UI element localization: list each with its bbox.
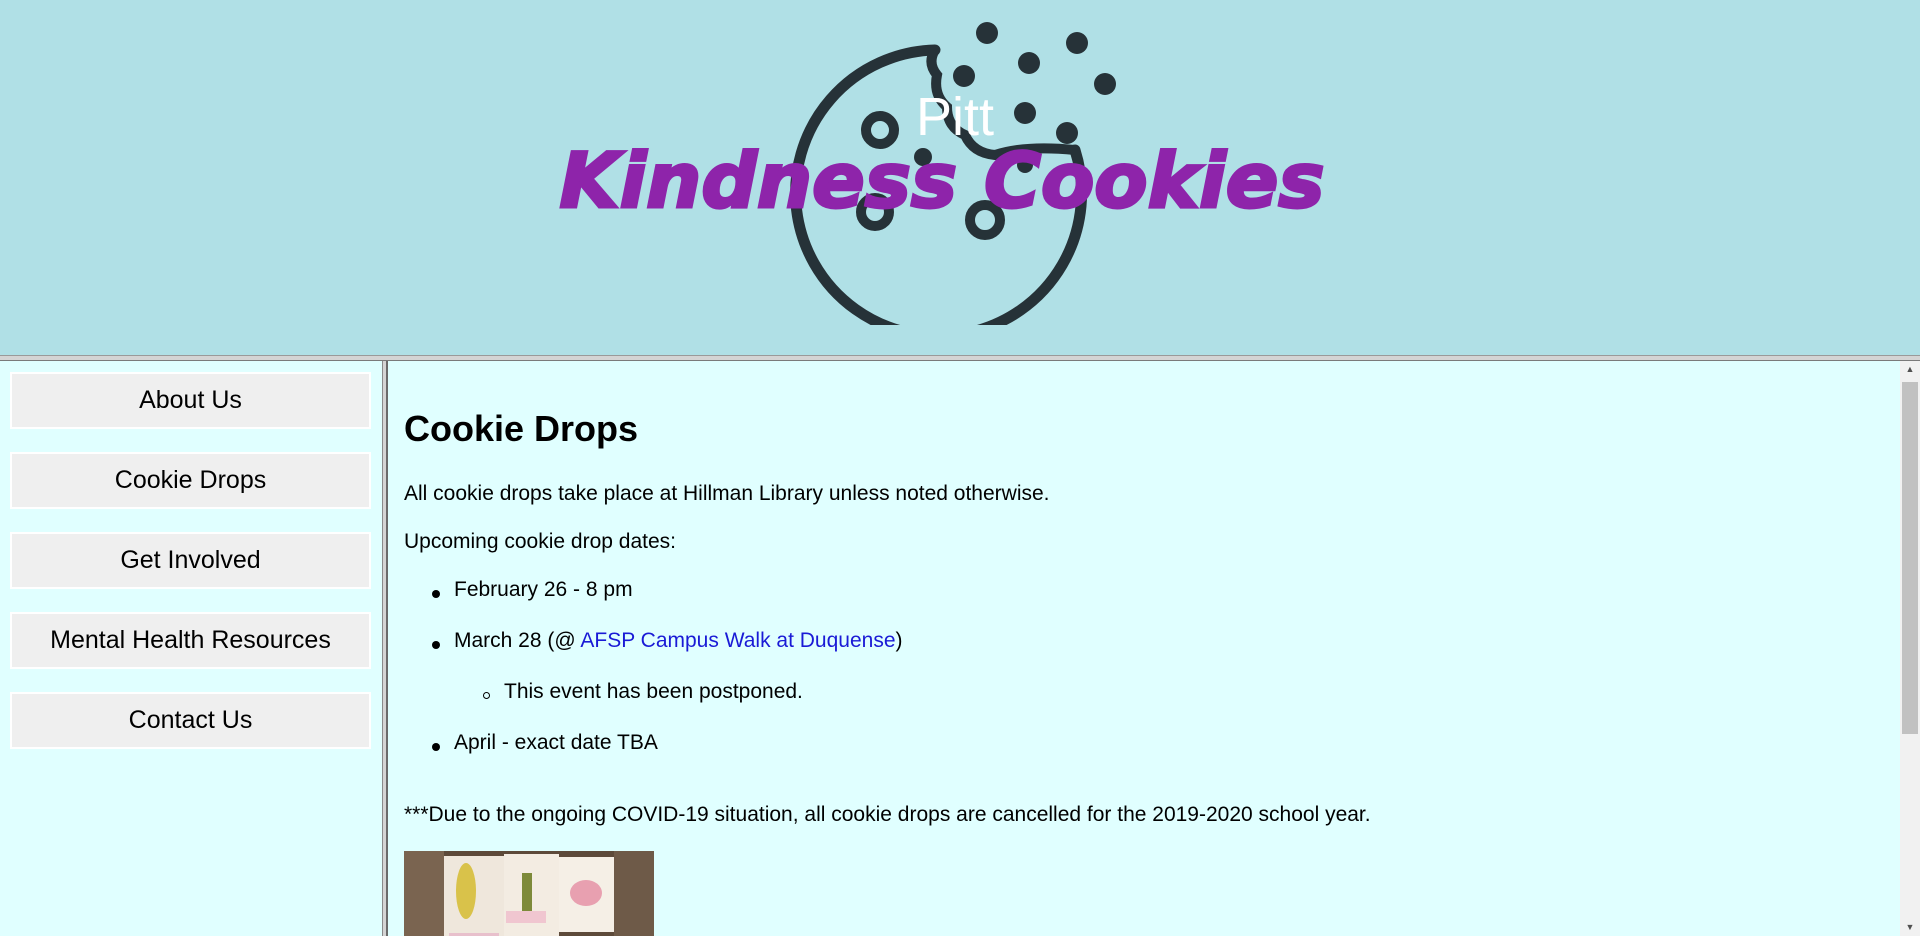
cookie-crumb (1094, 73, 1116, 95)
cookie-crumb (1014, 102, 1036, 124)
kindness-cookies-logo: Pitt Kindness Cookies (558, 22, 1326, 325)
scroll-up-arrow-icon[interactable]: ▲ (1900, 361, 1920, 378)
cookie-crumb (1066, 32, 1088, 54)
cookie-crumb (1018, 52, 1040, 74)
list-item-date: March 28 (@ AFSP Campus Walk at Duquense… (454, 628, 903, 654)
list-item-suffix: ) (895, 629, 903, 652)
sidebar-nav: About Us Cookie Drops Get Involved Menta… (0, 361, 382, 936)
cookie-crumb (976, 22, 998, 44)
bullet-disc-icon (432, 590, 440, 598)
sidebar-item-about-us[interactable]: About Us (10, 372, 371, 429)
list-item-date: April - exact date TBA (454, 731, 658, 754)
sidebar-item-mental-health-resources[interactable]: Mental Health Resources (10, 612, 371, 669)
bullet-disc-icon (432, 641, 440, 649)
sidebar-item-cookie-drops[interactable]: Cookie Drops (10, 452, 371, 509)
scrollbar-thumb[interactable] (1902, 382, 1918, 734)
sidebar-item-contact-us[interactable]: Contact Us (10, 692, 371, 749)
vertical-scrollbar[interactable]: ▲ ▼ (1900, 361, 1920, 936)
scroll-down-arrow-icon[interactable]: ▼ (1900, 919, 1920, 936)
page-title: Cookie Drops (404, 408, 639, 449)
intro-text: All cookie drops take place at Hillman L… (404, 482, 1050, 505)
site-header: Pitt Kindness Cookies (0, 0, 1920, 355)
bullet-circle-icon (483, 692, 490, 699)
upcoming-label: Upcoming cookie drop dates: (404, 530, 676, 553)
sidebar-item-get-involved[interactable]: Get Involved (10, 532, 371, 589)
cookie-crumb (953, 65, 975, 87)
main-content-frame: Cookie Drops All cookie drops take place… (388, 361, 1900, 936)
afsp-campus-walk-link[interactable]: AFSP Campus Walk at Duquense (580, 629, 895, 652)
logo-main-text: Kindness Cookies (560, 136, 1325, 225)
bullet-disc-icon (432, 743, 440, 751)
covid-notice: ***Due to the ongoing COVID-19 situation… (404, 803, 1371, 826)
sub-list-item: This event has been postponed. (504, 680, 803, 703)
list-item-date: February 26 - 8 pm (454, 578, 633, 601)
list-item-prefix: March 28 (@ (454, 629, 581, 652)
cookie-drop-photo (404, 851, 654, 936)
